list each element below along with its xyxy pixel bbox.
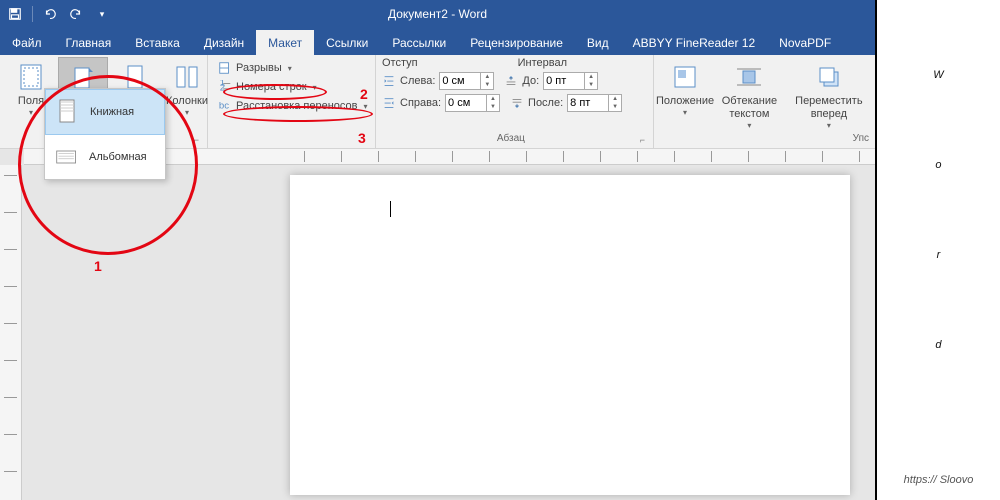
columns-button[interactable]: Колонки▾ — [162, 57, 212, 119]
tab-design[interactable]: Дизайн — [192, 30, 256, 55]
text-cursor — [390, 201, 391, 217]
paragraph-launcher-icon[interactable]: ⌐ — [640, 135, 647, 145]
orientation-portrait[interactable]: Книжная — [45, 89, 165, 135]
paragraph-label: Абзац — [382, 133, 640, 146]
arrange-label: Упс — [660, 133, 869, 146]
document-title: Документ2 - Word — [388, 7, 487, 21]
indent-right-input[interactable]: ▲▼ — [445, 94, 500, 112]
portrait-icon — [56, 98, 80, 126]
indent-left-input[interactable]: ▲▼ — [439, 72, 494, 90]
position-button[interactable]: Положение▾ — [660, 57, 710, 119]
bring-forward-icon — [813, 61, 845, 93]
redo-icon[interactable] — [65, 3, 87, 25]
tab-mailings[interactable]: Рассылки — [380, 30, 458, 55]
wrap-text-button[interactable]: Обтекание текстом▾ — [712, 57, 787, 132]
tab-view[interactable]: Вид — [575, 30, 621, 55]
qat-customize-icon[interactable]: ▾ — [91, 3, 113, 25]
tab-insert[interactable]: Вставка — [123, 30, 192, 55]
save-icon[interactable] — [4, 3, 26, 25]
annotation-label-1: 1 — [94, 258, 102, 274]
page-setup-launcher-icon[interactable]: ⌐ — [194, 135, 201, 145]
line-numbers-icon: 12 — [218, 80, 232, 94]
tab-references[interactable]: Ссылки — [314, 30, 380, 55]
wm-letter: r — [937, 210, 941, 300]
wm-letter: W — [933, 30, 943, 120]
tab-abbyy[interactable]: ABBYY FineReader 12 — [621, 30, 768, 55]
tab-novapdf[interactable]: NovaPDF — [767, 30, 843, 55]
titlebar: ▾ Документ2 - Word — [0, 0, 875, 28]
spacing-header: Интервал — [518, 57, 567, 69]
annotation-label-2: 2 — [360, 86, 368, 102]
margins-icon — [15, 61, 47, 93]
landscape-icon — [55, 143, 79, 171]
columns-icon — [171, 61, 203, 93]
spacing-before-icon — [504, 74, 518, 88]
vertical-ruler[interactable] — [0, 165, 22, 500]
breaks-icon — [218, 61, 232, 75]
indent-header: Отступ — [382, 57, 418, 69]
svg-text:2: 2 — [220, 83, 225, 94]
spacing-after-input[interactable]: ▲▼ — [567, 94, 622, 112]
annotation-label-3: 3 — [358, 130, 366, 146]
wm-letter: d — [935, 300, 941, 390]
tab-home[interactable]: Главная — [54, 30, 124, 55]
watermark-url: https:// Sloovo — [904, 472, 974, 488]
position-icon — [669, 61, 701, 93]
ribbon-tabs: Файл Главная Вставка Дизайн Макет Ссылки… — [0, 28, 875, 55]
hyphenation-icon: bc — [218, 99, 232, 113]
breaks-button[interactable]: Разрывы▾ — [214, 59, 369, 77]
orientation-landscape[interactable]: Альбомная — [45, 135, 165, 179]
watermark-panel: W o r d https:// Sloovo — [875, 0, 1000, 500]
tab-file[interactable]: Файл — [0, 30, 54, 55]
svg-text:bc: bc — [219, 101, 229, 112]
document-page[interactable] — [290, 175, 850, 495]
spacing-after-icon — [510, 96, 524, 110]
tab-review[interactable]: Рецензирование — [458, 30, 575, 55]
undo-icon[interactable] — [39, 3, 61, 25]
spacing-before-input[interactable]: ▲▼ — [543, 72, 598, 90]
line-numbers-button[interactable]: 12 Номера строк▾ — [214, 78, 369, 96]
orientation-dropdown: Книжная Альбомная — [44, 88, 166, 180]
wrap-icon — [733, 61, 765, 93]
indent-left-icon — [382, 74, 396, 88]
tab-layout[interactable]: Макет — [256, 30, 314, 55]
bring-forward-button[interactable]: Переместить вперед▾ — [789, 57, 869, 132]
indent-right-icon — [382, 96, 396, 110]
wm-letter: o — [935, 120, 941, 210]
hyphenation-button[interactable]: bc Расстановка переносов▾ — [214, 97, 369, 115]
